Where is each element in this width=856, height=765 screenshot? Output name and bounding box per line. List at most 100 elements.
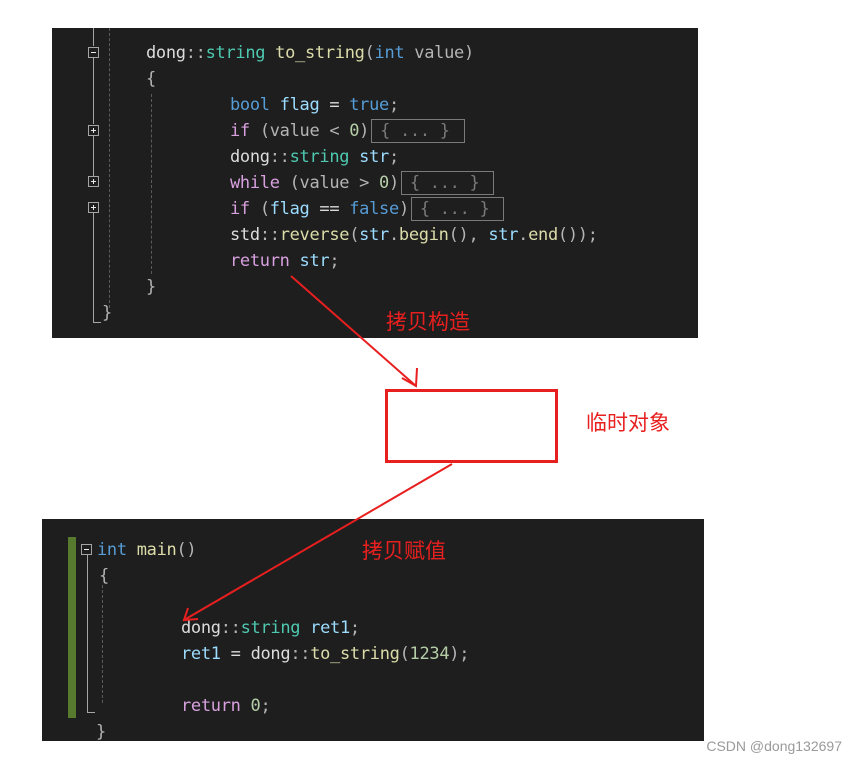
indent-guide <box>151 94 152 274</box>
expand-icon[interactable] <box>88 202 99 213</box>
code-token: (), <box>448 225 489 245</box>
code-token: return <box>230 251 290 271</box>
code-token: 1234 <box>409 644 450 664</box>
code-token: return <box>181 696 241 716</box>
code-line: dong::string str; <box>230 144 399 170</box>
code-token: ); <box>449 644 470 664</box>
code-token: string <box>205 43 266 63</box>
code-token: reverse <box>279 225 350 245</box>
expand-icon[interactable] <box>88 176 99 187</box>
code-token: ; <box>349 618 360 638</box>
code-token: ) <box>388 173 399 193</box>
code-token: () <box>176 540 197 560</box>
code-token: :: <box>269 147 290 167</box>
code-token: while <box>230 173 280 193</box>
copy-assign-label: 拷贝赋值 <box>362 539 446 563</box>
collapsed-block[interactable]: { ... } <box>410 197 505 221</box>
code-line: { <box>146 66 156 92</box>
code-token: if <box>230 121 250 141</box>
code-token: value <box>414 43 464 63</box>
code-token: ( <box>259 199 270 219</box>
code-token: main <box>136 540 177 560</box>
code-line: std::reverse(str.begin(), str.end()); <box>230 222 598 248</box>
code-token: :: <box>220 618 241 638</box>
code-token: ret1 <box>310 618 350 638</box>
indent-guide <box>109 28 110 308</box>
temp-object-label: 临时对象 <box>586 411 670 435</box>
code-panel-to-string: dong::string to_string(int value){bool f… <box>52 28 698 338</box>
watermark: CSDN @dong132697 <box>706 738 842 754</box>
outline-line <box>87 555 88 713</box>
code-token: str <box>359 225 389 245</box>
code-token: bool <box>230 95 270 115</box>
code-token: ; <box>260 696 271 716</box>
code-token: dong <box>146 43 186 63</box>
code-token: string <box>240 618 301 638</box>
code-token: :: <box>290 644 311 664</box>
code-line: dong::string ret1; <box>181 615 360 641</box>
code-token: dong <box>250 644 291 664</box>
code-line: return 0; <box>181 693 271 719</box>
code-token: false <box>349 199 399 219</box>
code-line: return str; <box>230 248 340 274</box>
code-token: = <box>220 644 251 664</box>
indent-guide <box>102 585 103 703</box>
code-token: ( <box>364 43 375 63</box>
change-indicator-bar <box>68 537 76 718</box>
collapsed-block[interactable]: { ... } <box>371 119 465 143</box>
code-line: ret1 = dong::to_string(1234); <box>181 641 469 667</box>
outline-line <box>93 136 94 176</box>
code-token: ) <box>398 199 409 219</box>
code-line: } <box>146 274 156 300</box>
code-token: { <box>99 566 109 586</box>
code-token: str <box>299 251 330 271</box>
code-line: while (value > 0){ ... } <box>230 170 495 196</box>
collapsed-block[interactable]: { ... } <box>400 171 495 195</box>
code-line: int main() <box>97 537 197 563</box>
code-token: } <box>96 722 106 742</box>
code-token: 0 <box>349 121 360 141</box>
code-token: :: <box>185 43 206 63</box>
code-token: { <box>146 69 156 89</box>
expand-icon[interactable] <box>88 125 99 136</box>
code-token: int <box>374 43 405 63</box>
code-token: flag <box>279 95 320 115</box>
temporary-object-box <box>385 389 558 463</box>
outline-end <box>93 322 101 323</box>
outline-end <box>87 712 95 713</box>
code-line: dong::string to_string(int value) <box>146 40 474 66</box>
code-token: . <box>388 225 399 245</box>
code-token: . <box>518 225 529 245</box>
code-token: 0 <box>379 173 389 193</box>
code-token: str <box>488 225 519 245</box>
code-line: if (flag == false){ ... } <box>230 196 505 222</box>
code-token: (value > <box>289 173 380 193</box>
code-token: == <box>309 199 350 219</box>
code-token: ( <box>399 644 410 664</box>
code-token: string <box>289 147 350 167</box>
code-token: 0 <box>250 696 261 716</box>
code-token: to_string <box>310 644 400 664</box>
code-token: dong <box>181 618 221 638</box>
code-token: begin <box>398 225 449 245</box>
code-token: dong <box>230 147 270 167</box>
code-token: end <box>528 225 558 245</box>
code-token: std <box>230 225 260 245</box>
code-token: } <box>102 303 112 323</box>
code-line: } <box>96 719 106 745</box>
code-token: ret1 <box>181 644 221 664</box>
collapse-icon[interactable] <box>81 544 92 555</box>
code-token: flag <box>269 199 310 219</box>
collapse-icon[interactable] <box>88 47 99 58</box>
code-token: to_string <box>275 43 365 63</box>
code-token: ; <box>388 147 399 167</box>
code-line: } <box>102 300 112 326</box>
